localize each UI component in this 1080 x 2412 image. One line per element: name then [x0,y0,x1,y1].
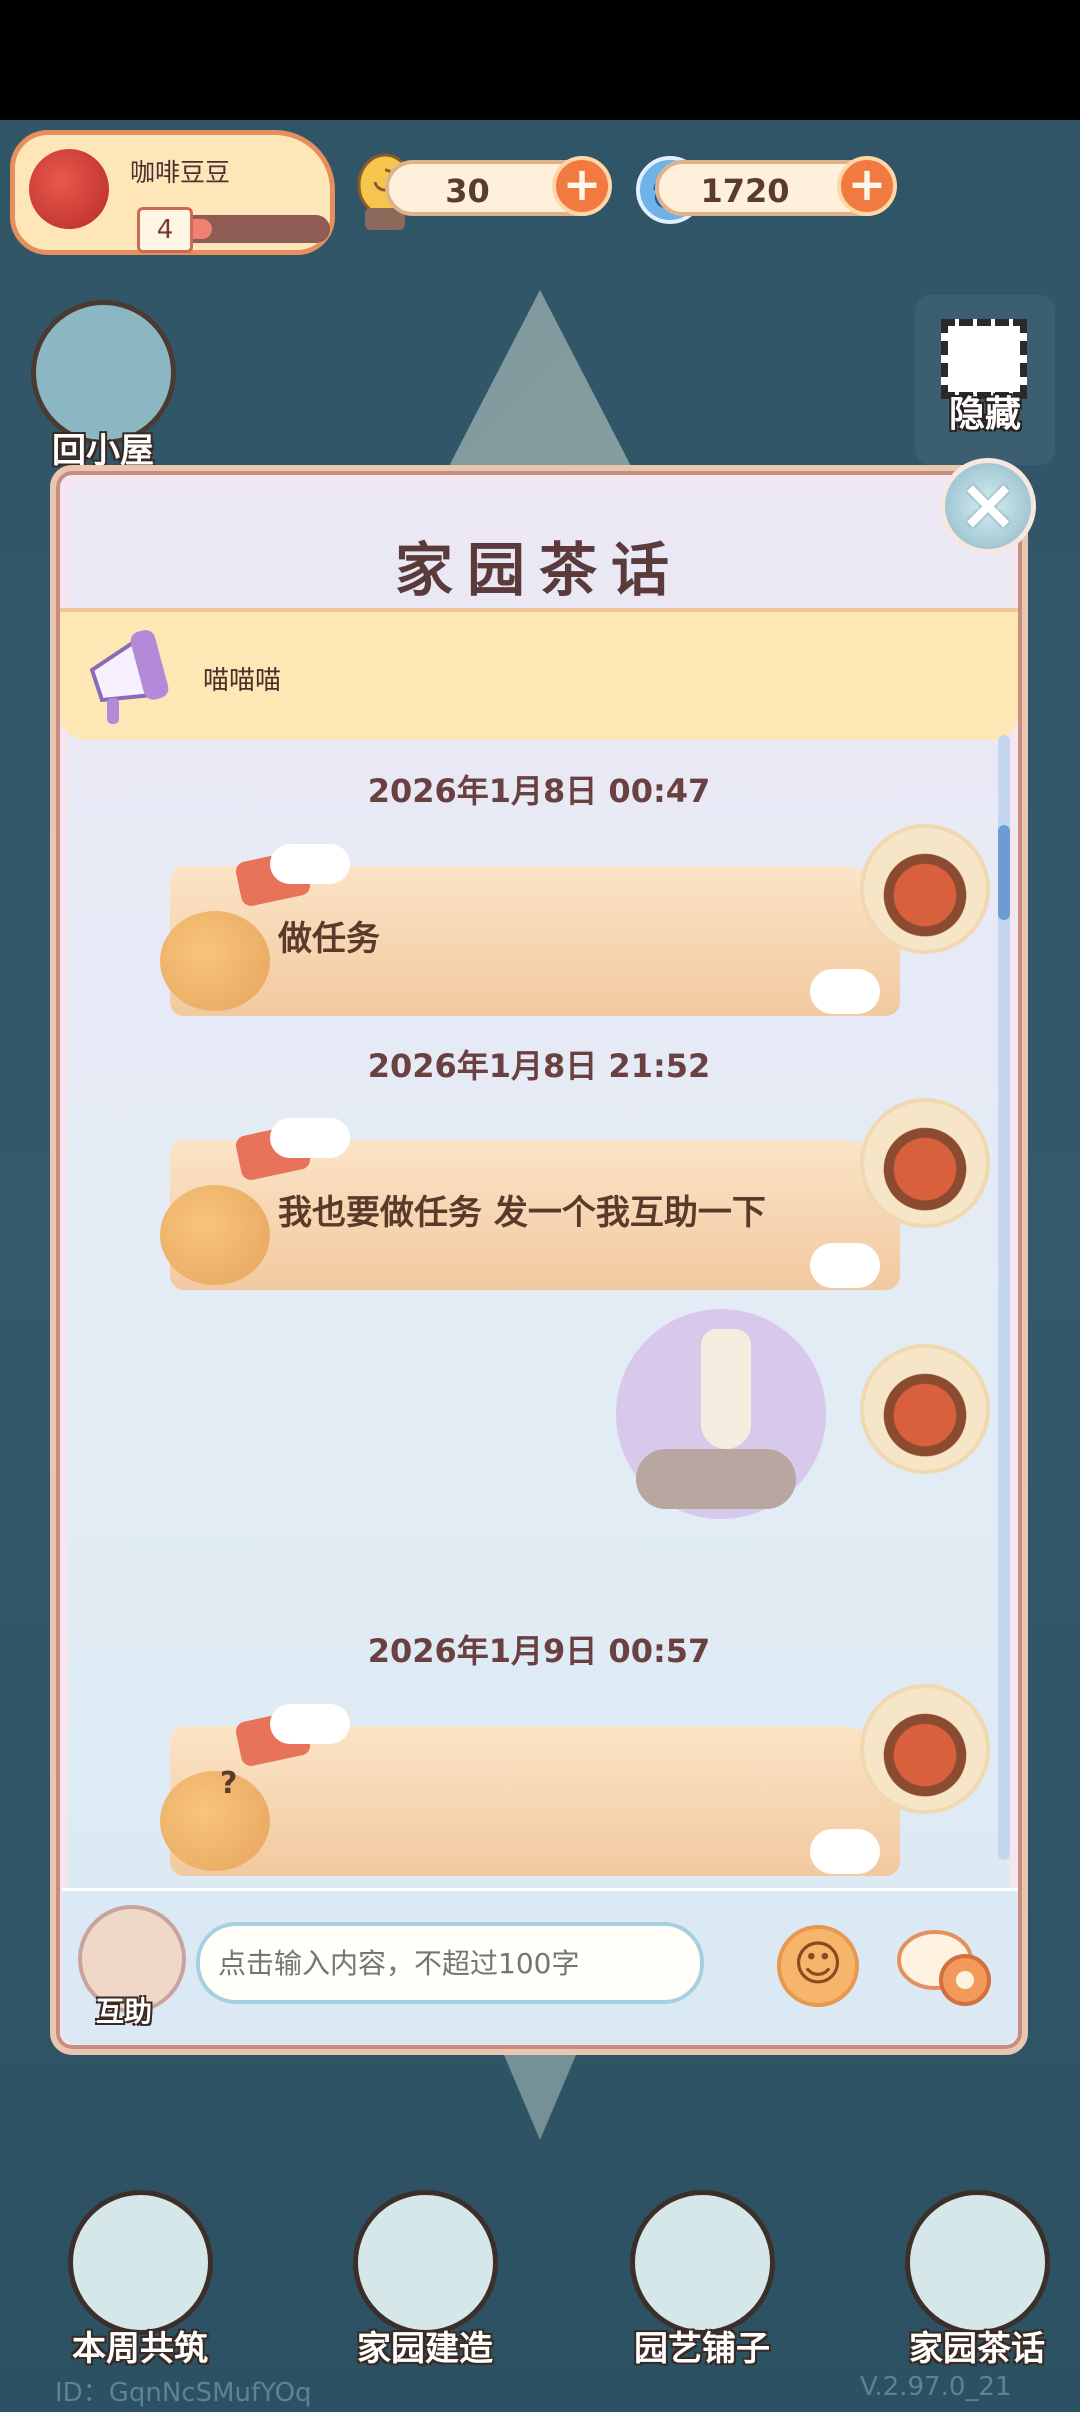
rose-icon [29,149,109,229]
cloud-decoration [270,1118,350,1158]
status-bar [0,0,1080,120]
plus-icon[interactable]: + [552,156,612,216]
message-text: ? [220,1766,238,1801]
nav-tea-talk[interactable]: 家园茶话 [887,2190,1067,2370]
hide-label: 隐藏 [948,394,1021,435]
cloud-decoration [810,1829,880,1874]
message-text: 我也要做任务 发一个我互助一下 [278,1193,766,1233]
snail-currency: 30 + [385,156,612,216]
version-text: V.2.97.0_21 [860,2372,1012,2402]
cloud-decoration [270,844,350,884]
nav-label: 家园茶话 [909,2329,1045,2369]
nav-label: 园艺铺子 [634,2329,770,2369]
help-label[interactable]: 互助 [96,1990,152,2030]
level-progress-bar [180,215,330,243]
hide-ui-button[interactable]: 隐藏 [915,295,1055,465]
ghost-sticker-message[interactable] [616,1309,826,1519]
red-panda-avatar-icon[interactable] [860,1684,990,1814]
player-profile[interactable]: 咖啡豆豆 4 [10,130,335,255]
brick-trowel-icon [352,2190,498,2335]
cloud-decoration [810,969,880,1014]
podium-icon [67,2190,213,2335]
chat-settings-icon[interactable] [895,1922,1000,2012]
snail-currency-value: 30 [445,172,490,210]
red-panda-avatar-icon[interactable] [860,824,990,954]
player-name: 咖啡豆豆 [130,158,231,187]
message-list[interactable]: 2026年1月8日 00:47 做任务 2026年1月8日 21:52 我也要做… [60,736,1018,1881]
cloud-decoration [810,1243,880,1288]
red-panda-avatar-icon[interactable] [860,1344,990,1474]
chat-bubble[interactable]: ? [160,1704,900,1876]
announcement-bar[interactable]: 喵喵喵 [60,608,1018,740]
scroll-thumb[interactable] [998,825,1010,920]
level-badge: 4 [137,207,193,253]
message-input[interactable] [196,1922,704,2004]
dialog-title: 家园茶话 [394,536,683,604]
ghost-sticker-figure [701,1329,751,1449]
nav-home-build[interactable]: 家园建造 [335,2190,515,2370]
smile-icon[interactable]: ☺ [777,1925,859,2007]
message-time: 2026年1月9日 00:57 [367,1632,711,1670]
player-id: ID：GqnNcSMufYOq [55,2378,312,2408]
back-home-button[interactable]: 回小屋 [28,300,178,472]
megaphone-icon [89,630,169,724]
swirl-currency: 1720 + [655,156,897,216]
cat-decoration [160,1185,270,1285]
message-time: 2026年1月8日 21:52 [367,1047,711,1085]
chat-bubble[interactable]: 我也要做任务 发一个我互助一下 [160,1118,900,1290]
plus-icon[interactable]: + [837,156,897,216]
message-scrollbar[interactable] [998,735,1010,1860]
message-time: 2026年1月8日 00:47 [367,772,711,810]
swirl-currency-value: 1720 [700,172,790,210]
red-panda-avatar-icon[interactable] [860,1098,990,1228]
announcement-text: 喵喵喵 [203,666,282,696]
nav-label: 家园建造 [357,2329,493,2369]
sticker-rock [636,1449,796,1509]
message-text: 做任务 [278,919,380,959]
nav-garden-shop[interactable]: 园艺铺子 [612,2190,792,2370]
cat-decoration [160,911,270,1011]
close-icon[interactable]: × [940,458,1036,554]
chat-bubble[interactable]: 做任务 [160,844,900,1016]
plant-basket-icon [629,2190,775,2335]
chat-bubbles-icon [904,2190,1050,2335]
cloud-decoration [270,1704,350,1744]
nav-label: 本周共筑 [72,2329,208,2369]
cat-decoration [160,1771,270,1871]
nav-weekly-build[interactable]: 本周共筑 [50,2190,230,2370]
